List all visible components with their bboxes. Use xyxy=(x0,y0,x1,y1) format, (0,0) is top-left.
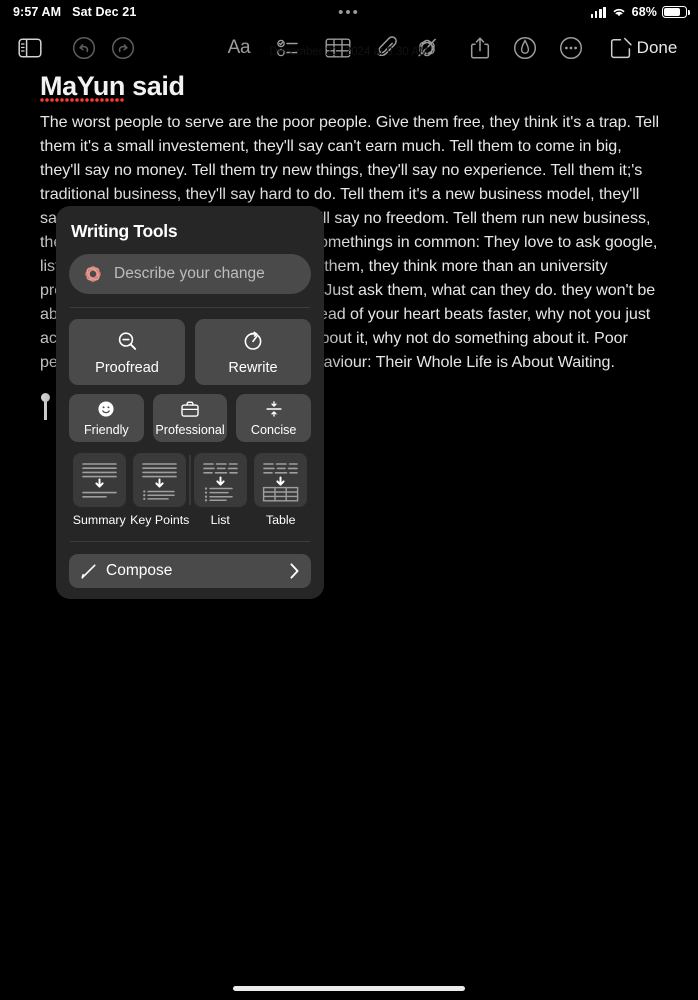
pencil-icon xyxy=(81,563,96,579)
magnifier-minus-icon xyxy=(118,331,137,350)
status-bar-right: 68% xyxy=(590,5,690,19)
battery-icon xyxy=(662,6,690,18)
compose-label: Compose xyxy=(106,562,173,579)
friendly-label: Friendly xyxy=(83,422,129,437)
proofread-label: Proofread xyxy=(95,359,159,376)
table-button-format[interactable]: Table xyxy=(251,453,312,527)
professional-button[interactable]: Professional xyxy=(152,394,228,442)
battery-percent: 68% xyxy=(631,5,657,19)
dynamic-island-dots-icon: ••• xyxy=(338,3,360,21)
key-points-label: Key Points xyxy=(130,513,190,527)
signal-bars-icon xyxy=(590,6,606,18)
list-doc-icon xyxy=(193,453,247,507)
note-title-rest: said xyxy=(125,71,185,101)
describe-change-input[interactable]: Describe your change xyxy=(69,254,311,294)
compose-button[interactable]: Compose xyxy=(69,554,311,588)
chevron-right-icon xyxy=(290,563,299,579)
summary-doc-icon xyxy=(72,453,126,507)
key-points-button[interactable]: Key Points xyxy=(130,453,191,527)
apple-intelligence-icon xyxy=(85,266,101,282)
professional-label: Professional xyxy=(155,422,225,437)
selection-handle[interactable] xyxy=(41,393,50,420)
panel-divider-top xyxy=(70,307,310,308)
writing-tools-panel: Writing Tools Describe your change Proof… xyxy=(56,206,324,599)
friendly-button[interactable]: Friendly xyxy=(69,394,144,442)
key-points-doc-icon xyxy=(133,453,187,507)
misspelled-word: MaYun xyxy=(40,71,126,101)
rewrite-clock-icon xyxy=(244,331,262,350)
rewrite-button[interactable]: Rewrite xyxy=(195,319,311,385)
list-label: List xyxy=(210,513,230,527)
writing-tools-title: Writing Tools xyxy=(71,221,178,241)
proofread-button[interactable]: Proofread xyxy=(69,319,185,385)
primary-actions-row: Proofread Rewrite xyxy=(69,319,311,385)
summary-button[interactable]: Summary xyxy=(69,453,130,527)
table-label: Table xyxy=(265,513,296,527)
format-row-divider xyxy=(189,455,191,505)
status-bar: 9:57 AM Sat Dec 21 ••• 68% xyxy=(0,0,698,24)
list-button[interactable]: List xyxy=(190,453,251,527)
concise-button[interactable]: Concise xyxy=(236,394,312,442)
panel-divider-bottom xyxy=(70,541,310,542)
wifi-icon xyxy=(613,8,625,17)
note-title: MaYun said xyxy=(40,68,185,104)
describe-change-placeholder: Describe your change xyxy=(114,265,265,282)
format-actions-row: Summary Key Points List Table xyxy=(69,453,311,527)
table-doc-icon xyxy=(254,453,308,507)
concise-label: Concise xyxy=(250,422,297,437)
ipad-notes-screen: 9:57 AM Sat Dec 21 ••• 68% Aa Done Decem… xyxy=(0,0,698,1000)
rewrite-label: Rewrite xyxy=(228,359,278,376)
compress-arrows-icon xyxy=(266,400,282,417)
briefcase-icon xyxy=(181,401,199,417)
home-indicator[interactable] xyxy=(233,986,465,991)
summary-label: Summary xyxy=(72,513,126,527)
document-date-stamp: December 21, 2024 at 9:30 AM xyxy=(269,46,429,58)
smiley-face-icon xyxy=(98,400,114,417)
tone-actions-row: Friendly Professional Concise xyxy=(69,394,312,442)
